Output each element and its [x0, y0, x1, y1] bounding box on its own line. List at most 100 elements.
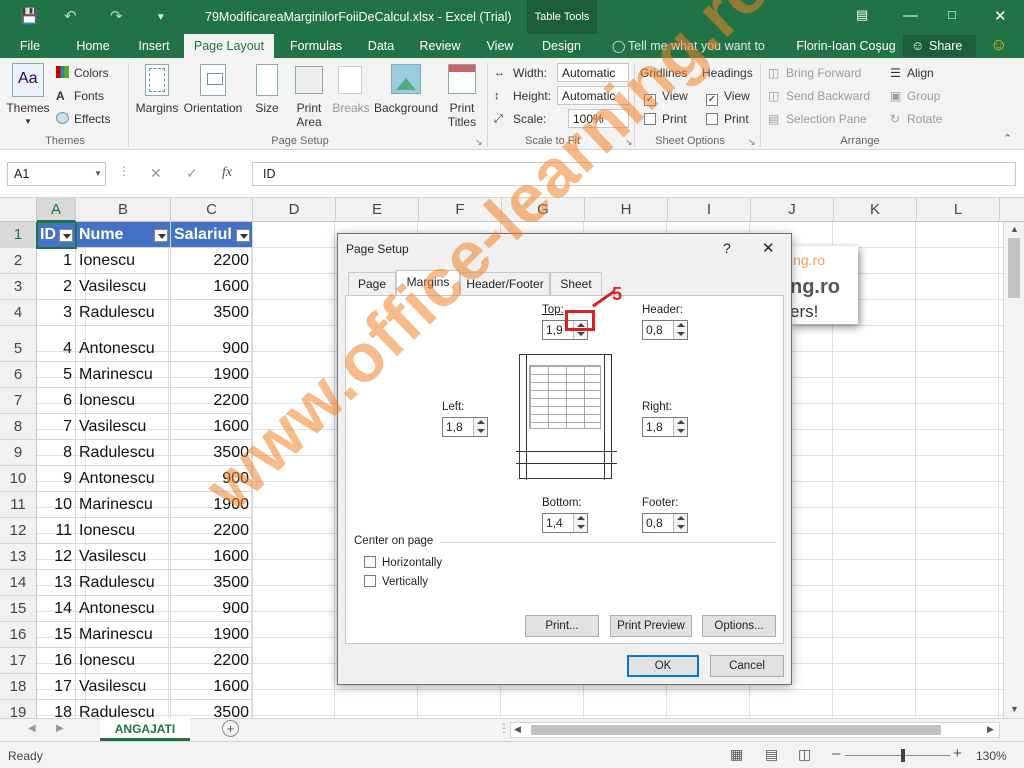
dialog-tab-sheet[interactable]: Sheet	[550, 272, 602, 295]
normal-view-icon[interactable]: ▦	[730, 746, 743, 763]
save-icon[interactable]: 💾	[20, 7, 39, 25]
table-cell[interactable]: 1900	[171, 622, 253, 648]
sheet-tab-angajati[interactable]: ANGAJATI	[100, 718, 190, 741]
close-icon[interactable]: ✕	[994, 7, 1007, 25]
table-cell[interactable]: Ionescu	[76, 388, 171, 414]
filter-dropdown-icon[interactable]	[236, 229, 250, 242]
tab-data[interactable]: Data	[360, 34, 402, 58]
zoom-in-icon[interactable]: +	[953, 745, 962, 762]
column-header-f[interactable]: F	[419, 198, 502, 222]
table-cell[interactable]: 900	[171, 466, 253, 492]
collapse-ribbon-icon[interactable]: ⌃	[1003, 132, 1012, 146]
orientation-button[interactable]: Orientation	[182, 101, 244, 115]
bottom-spin-arrows[interactable]	[573, 514, 587, 532]
fonts-button[interactable]: Fonts	[74, 89, 104, 103]
scale-input[interactable]: 100%	[568, 109, 629, 128]
scroll-up-icon[interactable]: ▲	[1010, 224, 1019, 234]
colors-button[interactable]: Colors	[74, 66, 109, 80]
table-cell[interactable]: 1600	[171, 274, 253, 300]
table-cell[interactable]: 1900	[171, 492, 253, 518]
footer-spin-arrows[interactable]	[673, 514, 687, 532]
row-header[interactable]: 12	[0, 518, 37, 544]
row-header[interactable]: 6	[0, 362, 37, 388]
share-button[interactable]: ☺ Share	[903, 35, 976, 57]
table-cell[interactable]: 1600	[171, 544, 253, 570]
customize-qat-icon[interactable]: ▾	[158, 10, 164, 23]
dialog-close-icon[interactable]: ✕	[762, 239, 775, 257]
print-titles-button[interactable]: Print Titles	[444, 101, 480, 129]
footer-spinner[interactable]: 0,8	[642, 513, 688, 533]
table-cell[interactable]: Ionescu	[76, 648, 171, 674]
background-button[interactable]: Background	[372, 101, 440, 115]
tab-home[interactable]: Home	[68, 34, 118, 58]
table-cell[interactable]: 17	[37, 674, 76, 700]
table-cell[interactable]: Vasilescu	[76, 674, 171, 700]
bottom-spinner[interactable]: 1,4	[542, 513, 588, 533]
bring-forward-button[interactable]: Bring Forward	[786, 66, 861, 80]
column-header-b[interactable]: B	[76, 198, 171, 222]
filter-dropdown-icon[interactable]	[59, 229, 73, 242]
table-cell[interactable]: Radulescu	[76, 300, 171, 326]
column-header-j[interactable]: J	[751, 198, 834, 222]
table-cell[interactable]: Vasilescu	[76, 414, 171, 440]
options-button[interactable]: Options...	[702, 615, 776, 637]
column-header-c[interactable]: C	[171, 198, 253, 222]
table-cell[interactable]: 3500	[171, 570, 253, 596]
table-cell[interactable]: 1	[37, 248, 76, 274]
table-cell[interactable]: 6	[37, 388, 76, 414]
table-cell[interactable]: Ionescu	[76, 518, 171, 544]
horizontally-checkbox[interactable]: Horizontally	[364, 556, 442, 569]
user-name[interactable]: Florin-Ioan Coşug	[796, 34, 896, 58]
ribbon-display-icon[interactable]: ▤	[856, 7, 868, 23]
tab-formulas[interactable]: Formulas	[282, 34, 350, 58]
select-all-corner[interactable]	[0, 198, 37, 222]
next-sheet-icon[interactable]: ▶	[56, 723, 64, 734]
smiley-icon[interactable]: ☺	[990, 35, 1007, 55]
formula-input[interactable]: ID	[252, 162, 1016, 186]
margins-button[interactable]: Margins	[134, 101, 180, 115]
table-cell[interactable]: Marinescu	[76, 492, 171, 518]
dialog-tab-page[interactable]: Page	[348, 272, 396, 295]
size-button[interactable]: Size	[252, 101, 282, 115]
column-header-a[interactable]: A	[37, 198, 76, 222]
tab-review[interactable]: Review	[412, 34, 468, 58]
undo-icon[interactable]: ↶	[64, 7, 77, 25]
table-cell[interactable]: Marinescu	[76, 362, 171, 388]
align-button[interactable]: Align	[907, 66, 934, 80]
tab-design[interactable]: Design	[534, 34, 589, 58]
zoom-out-icon[interactable]: –	[832, 745, 840, 762]
scroll-left-icon[interactable]: ◀	[514, 724, 521, 735]
scale-launcher-icon[interactable]: ↘	[625, 135, 633, 149]
print-preview-button[interactable]: Print Preview	[610, 615, 692, 637]
new-sheet-icon[interactable]: +	[222, 720, 239, 737]
column-header-i[interactable]: I	[668, 198, 751, 222]
ok-button[interactable]: OK	[627, 655, 699, 677]
row-header[interactable]: 1	[0, 222, 37, 248]
right-spinner[interactable]: 1,8	[642, 417, 688, 437]
page-break-view-icon[interactable]: ◫	[798, 746, 811, 763]
table-cell[interactable]: Radulescu	[76, 700, 171, 718]
table-cell[interactable]: 3500	[171, 300, 253, 326]
column-header-d[interactable]: D	[253, 198, 336, 222]
themes-button[interactable]: Themes	[6, 101, 50, 115]
row-header[interactable]: 9	[0, 440, 37, 466]
tab-page-layout[interactable]: Page Layout	[184, 34, 274, 58]
row-header[interactable]: 5	[0, 326, 37, 362]
vertical-scrollbar[interactable]: ▲ ▼	[1003, 222, 1024, 718]
zoom-level[interactable]: 130%	[976, 749, 1007, 763]
table-cell[interactable]: 16	[37, 648, 76, 674]
tell-me-search[interactable]: Tell me what you want to do...	[628, 34, 790, 77]
table-cell[interactable]: 2200	[171, 518, 253, 544]
insert-function-icon[interactable]: fx	[222, 165, 232, 181]
headings-view-checkbox[interactable]: ✓ View	[706, 89, 750, 106]
table-cell[interactable]: 7	[37, 414, 76, 440]
vertically-checkbox[interactable]: Vertically	[364, 575, 428, 588]
help-icon[interactable]: ?	[723, 240, 731, 256]
table-cell[interactable]: 5	[37, 362, 76, 388]
tab-insert[interactable]: Insert	[130, 34, 178, 58]
minimize-icon[interactable]: —	[903, 7, 918, 24]
prev-sheet-icon[interactable]: ◀	[28, 723, 36, 734]
width-select[interactable]: Automatic	[557, 63, 629, 82]
table-cell[interactable]: 900	[171, 596, 253, 622]
row-header[interactable]: 19	[0, 700, 37, 718]
